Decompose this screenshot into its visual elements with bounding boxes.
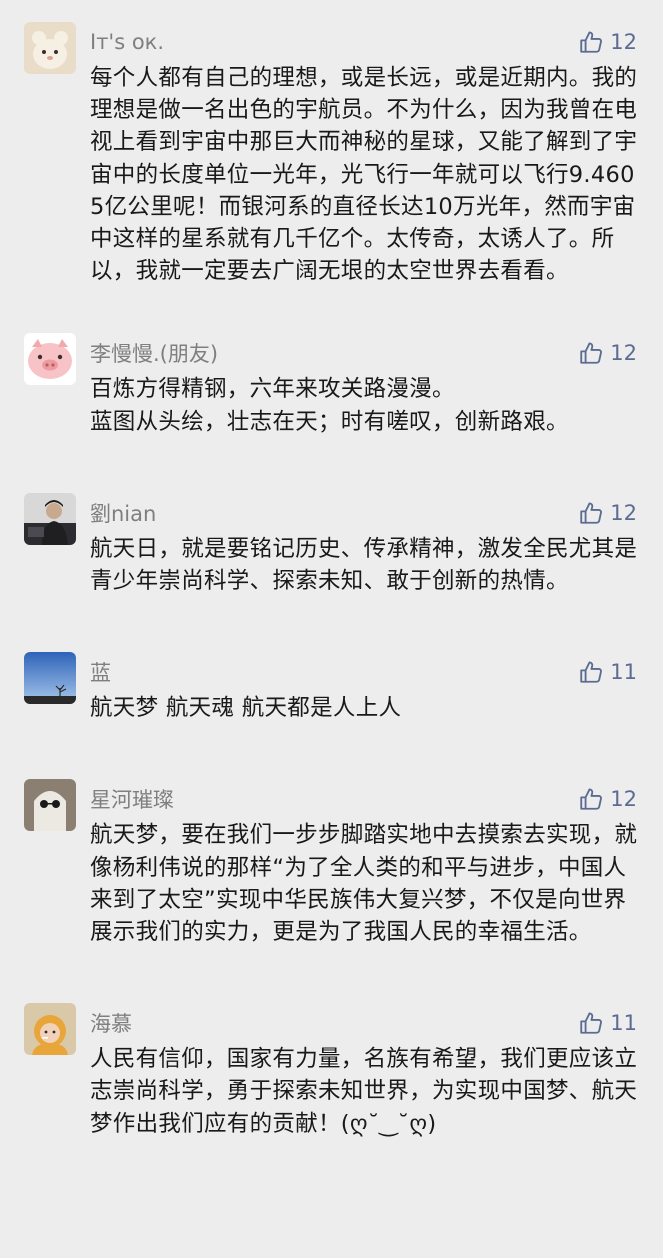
comment-item: 星河璀璨 12 航天梦，要在我们一步步脚踏实地中去摸索去实现，就像杨利伟说的那样… — [0, 779, 663, 948]
like-button[interactable]: 12 — [578, 786, 639, 812]
avatar[interactable] — [24, 22, 76, 74]
avatar-child-image — [24, 1003, 76, 1056]
avatar[interactable] — [24, 652, 76, 705]
like-button[interactable]: 11 — [578, 659, 639, 685]
like-count: 11 — [610, 1011, 637, 1036]
comment-text: 航天梦，要在我们一步步脚踏实地中去摸索去实现，就像杨利伟说的那样“为了全人类的和… — [90, 822, 638, 946]
like-count: 11 — [610, 660, 637, 685]
nickname[interactable]: 蓝 — [90, 657, 111, 687]
thumbs-up-icon — [580, 788, 603, 811]
comment-item: Iт's ок. 12 每个人都有自己的理想，或是长远，或是近期内。我的理想是做… — [0, 22, 663, 287]
avatar[interactable] — [24, 1003, 76, 1056]
nickname[interactable]: 海慕 — [90, 1008, 132, 1038]
like-button[interactable]: 11 — [578, 1010, 639, 1036]
like-button[interactable]: 12 — [578, 29, 639, 55]
thumbs-up-icon — [580, 502, 603, 524]
comment-item: 蓝 11 航天梦 航天魂 航天都是人上人 — [0, 652, 663, 724]
comment-text: 航天梦 航天魂 航天都是人上人 — [90, 695, 402, 722]
avatar-person-image — [24, 492, 76, 545]
avatar[interactable] — [24, 333, 76, 386]
comment-item: 李慢慢.(朋友) 12 百炼方得精钢，六年来攻关路漫漫。 蓝图从头绘，壮志在天；… — [0, 333, 663, 437]
like-count: 12 — [610, 30, 637, 54]
comment-text: 航天日，就是要铭记历史、传承精神，激发全民尤其是青少年崇尚科学、探索未知、敢于创… — [90, 535, 638, 595]
like-count: 12 — [610, 341, 637, 366]
thumbs-up-icon — [580, 1012, 603, 1034]
comment-item: 海慕 11 人民有信仰，国家有力量，名族有希望，我们更应该立志崇尚科学，勇于探索… — [0, 1003, 663, 1140]
nickname[interactable]: 李慢慢.(朋友) — [90, 338, 218, 368]
comment-text: 百炼方得精钢，六年来攻关路漫漫。 蓝图从头绘，壮志在天；时有嗟叹，创新路艰。 — [90, 376, 569, 435]
comment-text: 每个人都有自己的理想，或是长远，或是近期内。我的理想是做一名出色的宇航员。不为什… — [90, 65, 638, 285]
nickname[interactable]: Iт's ок. — [90, 30, 164, 54]
like-button[interactable]: 12 — [578, 500, 639, 526]
like-count: 12 — [610, 500, 637, 525]
avatar-ghost-image — [24, 779, 76, 832]
avatar[interactable] — [24, 492, 76, 545]
thumbs-up-icon — [580, 661, 603, 683]
comment-text: 人民有信仰，国家有力量，名族有希望，我们更应该立志崇尚科学，勇于探索未知世界，为… — [90, 1046, 638, 1137]
like-count: 12 — [610, 787, 637, 812]
avatar[interactable] — [24, 779, 76, 832]
avatar-plush-image — [24, 22, 76, 74]
comment-list: Iт's ок. 12 每个人都有自己的理想，或是长远，或是近期内。我的理想是做… — [0, 22, 663, 1140]
nickname[interactable]: 星河璀璨 — [90, 784, 174, 814]
like-button[interactable]: 12 — [578, 340, 639, 366]
avatar-sky-image — [24, 652, 76, 705]
thumbs-up-icon — [580, 342, 603, 365]
nickname[interactable]: 劉nian — [90, 498, 156, 528]
thumbs-up-icon — [580, 31, 603, 53]
comment-item: 劉nian 12 航天日，就是要铭记历史、传承精神，激发全民尤其是青少年崇尚科学… — [0, 492, 663, 597]
avatar-pig-image — [24, 333, 76, 386]
